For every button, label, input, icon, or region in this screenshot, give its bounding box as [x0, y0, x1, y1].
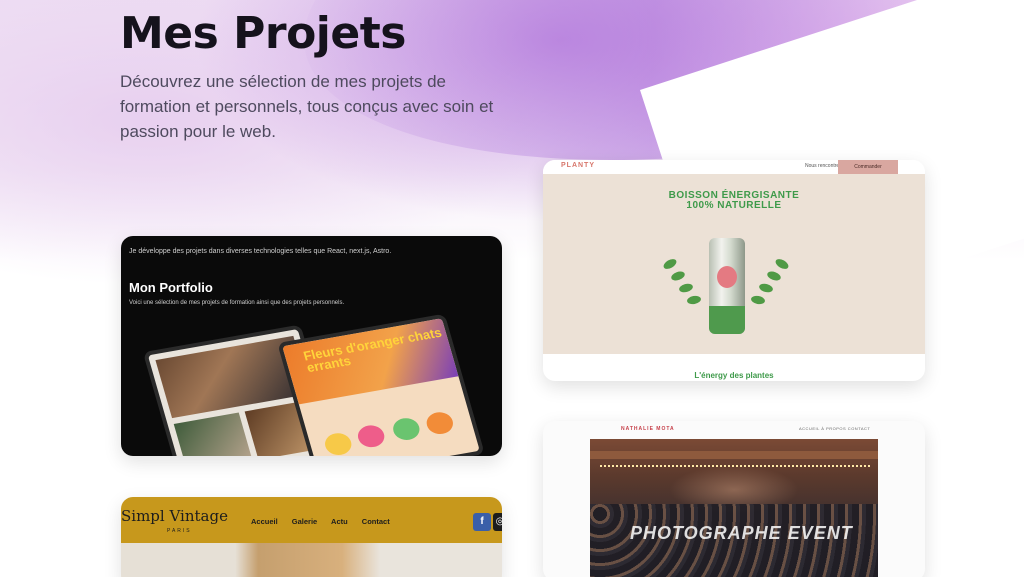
facebook-icon: f [473, 513, 491, 531]
portfolio-intro: Je développe des projets dans diverses t… [129, 248, 392, 255]
photographer-name: NATHALIE MOTA [621, 426, 675, 432]
hero-section: Mes Projets Découvrez une sélection de m… [120, 8, 500, 144]
vintage-nav: Accueil Galerie Actu Contact [251, 517, 402, 526]
page-title: Mes Projets [120, 8, 406, 59]
can-logo [717, 266, 737, 288]
tablet-mockup-illustration: Fleurs d'oranger chats errants [277, 313, 485, 456]
vintage-nav-gallery: Galerie [291, 517, 318, 526]
instagram-icon: ◎ [493, 513, 502, 531]
project-card-vintage[interactable]: Simpl Vintage PARIS Accueil Galerie Actu… [121, 497, 502, 577]
energy-drink-can [709, 238, 745, 334]
project-card-photographe[interactable]: NATHALIE MOTA ACCUEIL À PROPOS CONTACT P… [543, 421, 925, 577]
can-band [709, 306, 745, 334]
wedding-photo [173, 412, 253, 456]
vintage-brand-sub: PARIS [167, 528, 192, 534]
event-hero-photo: PHOTOGRAPHE EVENT [590, 439, 878, 577]
planty-headline-line2: 100% NATURELLE [686, 200, 782, 211]
page-description: Découvrez une sélection de mes projets d… [120, 72, 494, 141]
project-card-portfolio[interactable]: Je développe des projets dans diverses t… [121, 236, 502, 456]
cat-character [322, 431, 355, 456]
photo-overlay-title: PHOTOGRAPHE EVENT [630, 523, 853, 543]
string-lights [600, 465, 870, 467]
planty-nav-link: Nous rencontrer [805, 163, 841, 169]
photographer-nav-links: ACCUEIL À PROPOS CONTACT [799, 426, 871, 431]
cat-character [390, 416, 423, 442]
planty-order-button: Commander [838, 160, 898, 174]
portfolio-title: Mon Portfolio [129, 280, 213, 295]
vintage-hero-photo [121, 543, 502, 577]
planty-tagline: L'énergy des plantes [694, 371, 774, 380]
vintage-brand: Simpl Vintage [121, 507, 228, 525]
cat-character [423, 410, 456, 437]
cat-character [355, 423, 387, 450]
vintage-nav-home: Accueil [251, 517, 278, 526]
portfolio-subtitle: Voici une sélection de mes projets de fo… [129, 300, 345, 306]
vintage-nav-contact: Contact [361, 517, 390, 526]
pergola-beam [590, 451, 878, 459]
planty-logo: PLANTY [561, 162, 595, 169]
project-card-planty[interactable]: PLANTY Nous rencontrer Commander BOISSON… [543, 160, 925, 381]
planty-headline: BOISSON ÉNERGISANTE 100% NATURELLE [543, 191, 925, 211]
vintage-nav-news: Actu [331, 517, 348, 526]
